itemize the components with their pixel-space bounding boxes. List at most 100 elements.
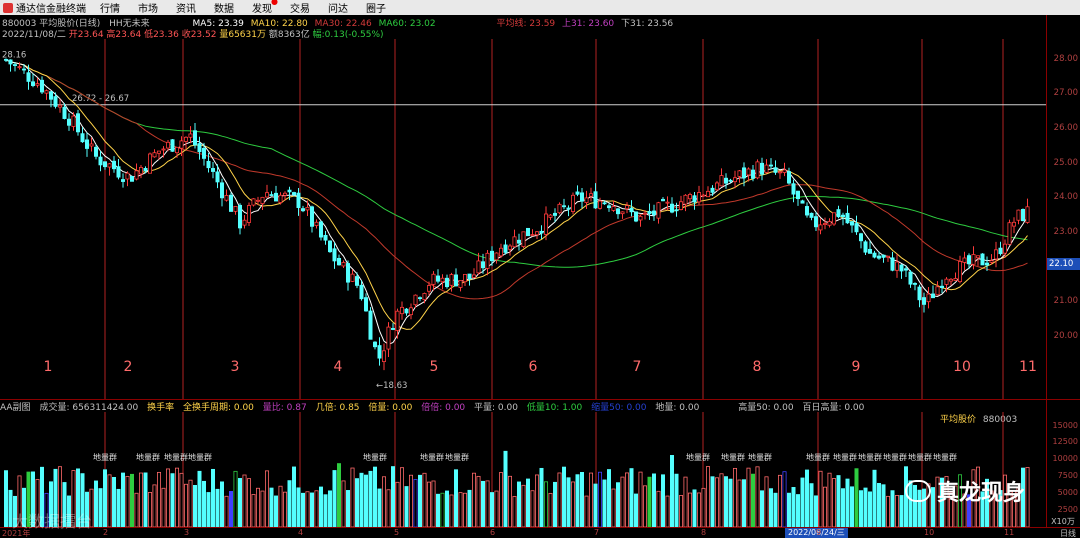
menu-item-quanzi[interactable]: 圈子 xyxy=(366,0,386,15)
candle-down xyxy=(539,230,544,234)
candle-up xyxy=(278,194,283,203)
volume-bar xyxy=(300,492,305,527)
volume-bar xyxy=(845,478,850,527)
date-tick-label: 11 xyxy=(1004,528,1015,537)
candle-up xyxy=(958,261,963,283)
dilianqun-label: 地量群 xyxy=(686,452,710,462)
menu-item-jiaoyi[interactable]: 交易 xyxy=(290,0,310,15)
candle-down xyxy=(215,171,220,183)
volume-bar xyxy=(895,495,900,527)
volume-bar xyxy=(530,490,535,527)
volume-bar xyxy=(143,472,148,527)
candle-up xyxy=(183,136,188,142)
volume-chart[interactable]: 地量群 地量群 地量群 地量群 地量群 地量群 地量群 地量群 地量群 地量群 地量群 地量群 地量群地… xyxy=(0,412,1046,527)
candle-up xyxy=(449,274,454,286)
volume-bar xyxy=(647,476,652,527)
volume-bar xyxy=(539,467,544,527)
volume-bar xyxy=(773,492,778,527)
candle-down xyxy=(103,161,108,168)
candle-up xyxy=(341,262,346,267)
volume-bar xyxy=(634,493,639,527)
menu-item-faxian[interactable]: 发现 ● xyxy=(252,0,278,15)
volume-bar xyxy=(710,476,715,527)
menu-item-hangqing[interactable]: 行情 xyxy=(100,0,120,15)
menu-item-wenda[interactable]: 问达 xyxy=(328,0,348,15)
candle-up xyxy=(350,273,355,282)
volume-bar xyxy=(602,479,607,527)
volume-bar xyxy=(498,472,503,527)
candle-down xyxy=(661,198,666,202)
candle-up xyxy=(994,249,999,260)
volume-bar xyxy=(138,472,143,527)
menu-item-shichang[interactable]: 市场 xyxy=(138,0,158,15)
candle-up xyxy=(462,273,467,283)
dilianqun-label: 地量群 xyxy=(445,452,469,462)
candle-down xyxy=(980,253,985,266)
menu-item-shuju[interactable]: 数据 xyxy=(214,0,234,15)
candle-down xyxy=(881,254,886,258)
candle-up xyxy=(395,310,400,331)
candle-up xyxy=(71,115,76,127)
candle-down xyxy=(467,273,472,280)
volume-bar xyxy=(584,495,589,527)
candle-down xyxy=(143,168,148,172)
candle-up xyxy=(498,247,503,257)
candle-down xyxy=(404,308,409,314)
section-number-label: 10 xyxy=(953,359,971,375)
volume-bar xyxy=(94,480,99,527)
period-mode[interactable]: 日线 xyxy=(1060,528,1076,538)
candle-up xyxy=(683,194,688,205)
candle-down xyxy=(30,81,35,86)
volume-bar xyxy=(183,483,188,527)
candle-down xyxy=(593,191,598,209)
volume-bar xyxy=(507,475,512,527)
candle-up xyxy=(530,234,535,236)
candle-down xyxy=(566,207,571,210)
volume-bar xyxy=(715,477,720,527)
candle-down xyxy=(116,166,121,178)
candle-down xyxy=(670,203,675,213)
candle-down xyxy=(602,202,607,205)
volume-bar xyxy=(638,471,643,527)
candle-up xyxy=(823,223,828,225)
volume-bar xyxy=(485,480,490,527)
candle-up xyxy=(408,307,413,316)
candle-down xyxy=(237,204,242,229)
candle-down xyxy=(80,133,85,143)
menu-item-zixun[interactable]: 资讯 xyxy=(176,0,196,15)
volume-bar xyxy=(724,476,729,527)
volume-bar xyxy=(674,473,679,527)
candle-down xyxy=(480,261,485,269)
candle-down xyxy=(526,227,531,237)
candle-up xyxy=(386,326,391,350)
volume-bar xyxy=(192,485,197,527)
volume-bar xyxy=(706,466,711,527)
volume-bar xyxy=(850,486,855,527)
section-number-label: 2 xyxy=(124,359,133,375)
candle-up xyxy=(818,224,823,231)
candlestick-chart[interactable]: 1 2 3 4 5 6 7 8 9 10 11 26.72 - 26.67 28.16 ←18.63 xyxy=(0,39,1046,399)
candle-down xyxy=(201,147,206,159)
candle-up xyxy=(1012,221,1017,227)
volume-bar xyxy=(728,478,733,527)
candle-down xyxy=(845,212,850,224)
candle-down xyxy=(800,200,805,204)
volume-bar xyxy=(679,495,684,527)
volume-bar xyxy=(800,477,805,527)
candle-down xyxy=(616,208,621,215)
price-axis: 28.0027.0026.0025.0024.0023.0022.0021.00… xyxy=(1046,15,1080,399)
secondary-watermark: 大数据擂台 xyxy=(12,512,93,531)
low-annotation: ←18.63 xyxy=(376,381,407,391)
candle-down xyxy=(674,209,679,212)
candle-up xyxy=(665,201,670,204)
volume-bar xyxy=(170,473,175,527)
candle-down xyxy=(453,274,458,287)
volume-bar xyxy=(426,481,431,527)
volume-bar xyxy=(273,495,278,527)
candle-down xyxy=(773,167,778,173)
volume-bar xyxy=(444,490,449,527)
candle-up xyxy=(494,252,499,261)
candle-down xyxy=(836,209,841,218)
volume-bar xyxy=(598,471,603,527)
candle-up xyxy=(156,150,161,154)
